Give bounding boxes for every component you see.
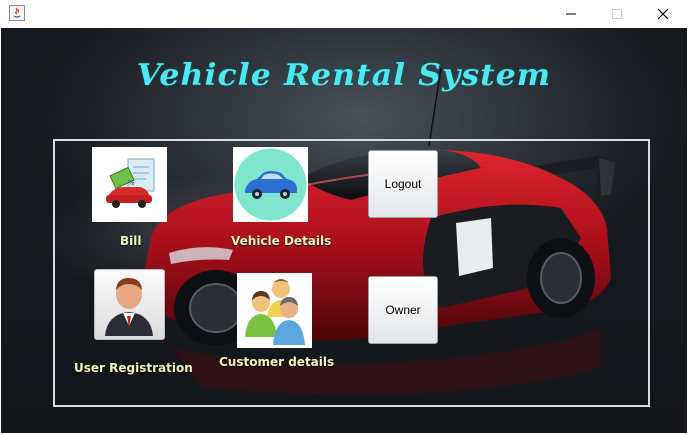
owner-button[interactable]: Owner bbox=[368, 276, 438, 344]
svg-text:%: % bbox=[128, 179, 135, 187]
vehicle-details-tile[interactable] bbox=[233, 147, 308, 222]
maximize-button[interactable] bbox=[594, 0, 640, 28]
app-title: Vehicle Rental System bbox=[136, 58, 552, 93]
customer-details-label: Customer details bbox=[219, 355, 335, 369]
customer-details-tile[interactable] bbox=[237, 273, 312, 348]
vehicle-details-label: Vehicle Details bbox=[231, 234, 332, 248]
close-icon bbox=[657, 8, 669, 20]
bill-tile[interactable]: % bbox=[92, 147, 167, 222]
main-panel: Vehicle Rental System % Bill Vehicle Det… bbox=[1, 28, 687, 433]
bill-car-icon: % bbox=[106, 158, 155, 208]
bill-label: Bill bbox=[120, 234, 142, 248]
car-icon bbox=[234, 148, 307, 221]
logout-button[interactable]: Logout bbox=[368, 150, 438, 218]
user-registration-tile[interactable] bbox=[94, 269, 165, 340]
app-window: Vehicle Rental System % Bill Vehicle Det… bbox=[0, 0, 688, 434]
minimize-icon bbox=[566, 13, 576, 15]
minimize-button[interactable] bbox=[548, 0, 594, 28]
maximize-icon bbox=[612, 9, 622, 19]
title-bar bbox=[0, 0, 688, 28]
customers-icon bbox=[245, 279, 305, 345]
java-app-icon bbox=[9, 5, 25, 21]
user-icon bbox=[105, 278, 153, 336]
close-button[interactable] bbox=[640, 0, 686, 28]
user-registration-label: User Registration bbox=[74, 361, 193, 375]
